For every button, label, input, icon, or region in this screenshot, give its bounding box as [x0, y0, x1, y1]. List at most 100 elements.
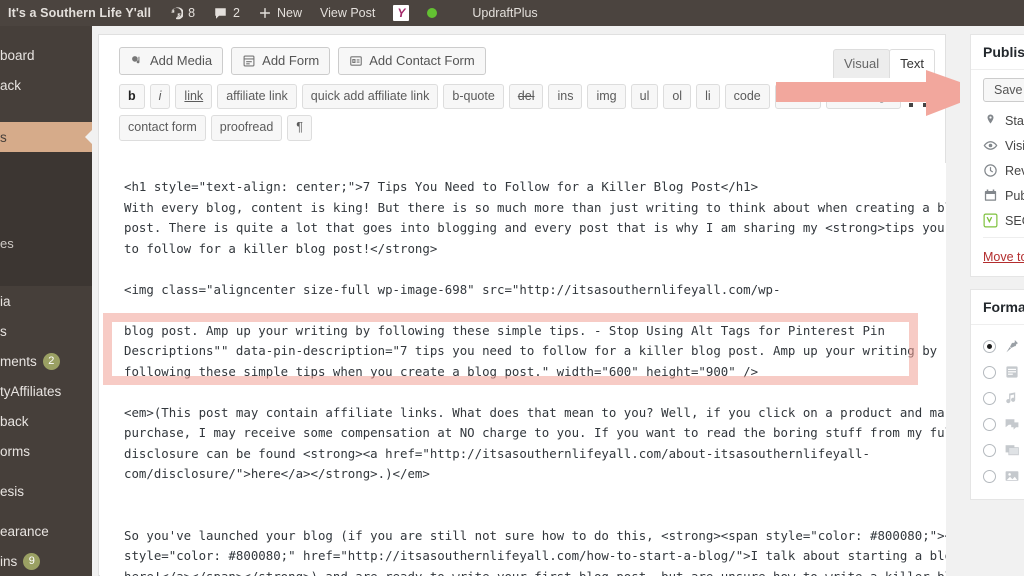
- quicktag-del[interactable]: del: [508, 83, 544, 110]
- adminbar-new-content[interactable]: New: [249, 0, 311, 26]
- add-contact-form-label: Add Contact Form: [369, 53, 475, 68]
- sidebar-item-label: ia: [0, 293, 11, 309]
- image-icon: [1004, 468, 1020, 484]
- sidebar-subitem-add-new[interactable]: [0, 182, 92, 228]
- tab-visual[interactable]: Visual: [832, 49, 891, 78]
- format-option-image[interactable]: I: [983, 463, 1024, 489]
- add-media-icon: [130, 54, 144, 68]
- adminbar-comments[interactable]: 2: [204, 0, 249, 26]
- chat-bubbles-icon: [1004, 416, 1020, 432]
- format-radio-image[interactable]: [983, 469, 996, 483]
- post-content-textarea[interactable]: <h1 style="text-align: center;">7 Tips Y…: [100, 163, 946, 576]
- tab-text[interactable]: Text: [889, 49, 935, 78]
- add-media-label: Add Media: [150, 53, 213, 68]
- sidebar-item-feedback[interactable]: back: [0, 406, 92, 436]
- quicktag-code[interactable]: code: [724, 83, 770, 110]
- post-content-source[interactable]: <h1 style="text-align: center;">7 Tips Y…: [100, 163, 946, 576]
- sidebar-item-pages[interactable]: s: [0, 316, 92, 346]
- calendar-icon: [983, 188, 998, 203]
- quicktag-ol[interactable]: ol: [663, 83, 692, 110]
- format-option-aside[interactable]: A: [983, 359, 1024, 385]
- quicktag-italic[interactable]: i: [149, 83, 171, 110]
- sidebar-subitem-tags[interactable]: [0, 258, 92, 286]
- move-to-trash-link[interactable]: Move to T: [983, 242, 1024, 266]
- format-metabox-title: Format: [971, 290, 1024, 325]
- adminbar-view-post[interactable]: View Post: [311, 0, 384, 26]
- format-radio-audio[interactable]: [983, 391, 996, 405]
- format-radio-chat[interactable]: [983, 417, 996, 431]
- quicktag-ins[interactable]: ins: [548, 83, 583, 110]
- quicktag-more[interactable]: more: [774, 83, 822, 110]
- publish-revisions-label: Revisi: [1005, 163, 1024, 178]
- format-radio-gallery[interactable]: [983, 443, 996, 457]
- adminbar-site-name-label: It's a Southern Life Y'all: [8, 6, 152, 20]
- sidebar-item-comments[interactable]: ments 2: [0, 346, 92, 376]
- sidebar-item-dashboard[interactable]: board: [0, 40, 92, 70]
- publish-divider: [983, 237, 1024, 238]
- publish-date-row[interactable]: Publis: [983, 183, 1024, 208]
- quicktag-b-quote[interactable]: b-quote: [443, 83, 504, 110]
- quicktag-bold[interactable]: b: [119, 83, 145, 110]
- sidebar-item-label: ack: [0, 77, 22, 93]
- quicktags-row-1: b i link affiliate link quick add affili…: [99, 81, 945, 110]
- format-option-standard[interactable]: S: [983, 333, 1024, 359]
- sidebar-item-plugins[interactable]: ins 9: [0, 546, 92, 576]
- sidebar-item-jetpack[interactable]: ack: [0, 70, 92, 100]
- sidebar-item-media[interactable]: ia: [0, 286, 92, 316]
- sidebar-subitem-all-posts[interactable]: [0, 152, 92, 182]
- fullscreen-expand-icon[interactable]: [907, 87, 929, 109]
- add-contact-form-button[interactable]: Add Contact Form: [338, 47, 486, 75]
- publish-visibility-row[interactable]: Visibi: [983, 133, 1024, 158]
- pin-icon: [983, 113, 998, 128]
- quicktag-affiliate-link[interactable]: affiliate link: [217, 83, 297, 110]
- yoast-seo-icon: Y: [393, 5, 410, 21]
- adminbar-updraftplus[interactable]: UpdraftPlus: [446, 0, 546, 26]
- aside-icon: [1004, 364, 1020, 380]
- save-draft-button[interactable]: Save Dra: [983, 78, 1024, 102]
- format-radio-aside[interactable]: [983, 365, 996, 379]
- sidebar-item-posts[interactable]: s: [0, 122, 92, 152]
- green-status-dot: [427, 8, 438, 18]
- sidebar-item-label: earance: [0, 523, 49, 539]
- quicktag-close-tags[interactable]: close tags: [826, 83, 901, 110]
- quicktag-contact-form[interactable]: contact form: [119, 115, 206, 141]
- sidebar-item-genesis[interactable]: esis: [0, 476, 92, 506]
- quicktag-pilcrow[interactable]: ¶: [287, 115, 313, 141]
- sidebar-plugins-badge: 9: [23, 552, 41, 570]
- quicktag-li[interactable]: li: [696, 83, 720, 110]
- publish-seo-score-label: SEO: G: [1005, 213, 1024, 228]
- format-option-chat[interactable]: C: [983, 411, 1024, 437]
- add-form-button[interactable]: Add Form: [231, 47, 331, 75]
- sidebar-subitem-categories[interactable]: es: [0, 228, 92, 258]
- quicktag-img[interactable]: img: [587, 83, 626, 110]
- sidebar-item-appearance[interactable]: earance: [0, 516, 92, 546]
- quicktag-link[interactable]: link: [175, 83, 213, 110]
- add-media-button[interactable]: Add Media: [119, 47, 224, 75]
- publish-revisions-row[interactable]: Revisi: [983, 158, 1024, 183]
- publish-date-label: Publis: [1005, 188, 1024, 203]
- quicktag-ul[interactable]: ul: [630, 83, 659, 110]
- add-form-icon: [242, 54, 256, 68]
- format-metabox-body: S A A: [971, 325, 1024, 499]
- format-radio-standard[interactable]: [983, 339, 996, 353]
- adminbar-site-name[interactable]: It's a Southern Life Y'all: [8, 0, 160, 26]
- adminbar-comments-count: 2: [233, 6, 240, 20]
- quicktag-proofread[interactable]: proofread: [210, 115, 283, 141]
- adminbar-updates[interactable]: 8: [160, 0, 204, 26]
- post-editor-column: Add Media Add Form Add Contact Form Visu…: [92, 26, 988, 576]
- adminbar-yoast-seo[interactable]: Y: [384, 0, 418, 26]
- quicktag-quick-add-affiliate-link[interactable]: quick add affiliate link: [301, 83, 439, 110]
- publish-seo-score-row[interactable]: SEO: G: [983, 208, 1024, 233]
- publish-status-row[interactable]: Status: [983, 108, 1024, 133]
- editor-container: Add Media Add Form Add Contact Form Visu…: [98, 34, 946, 576]
- plus-icon: [258, 6, 272, 20]
- sidebar-item-thirstyaffiliates[interactable]: tyAffiliates: [0, 376, 92, 406]
- format-metabox: Format S A: [970, 289, 1024, 500]
- admin-left-sidebar: board ack s es ia s ments 2 tyAffiliates: [0, 26, 92, 576]
- quicktags-row-2: contact form proofread ¶: [99, 109, 945, 141]
- format-option-audio[interactable]: A: [983, 385, 1024, 411]
- format-option-gallery[interactable]: G: [983, 437, 1024, 463]
- sidebar-item-forms[interactable]: orms: [0, 436, 92, 466]
- editor-media-buttons-row: Add Media Add Form Add Contact Form Visu…: [99, 35, 945, 81]
- sidebar-item-label: tyAffiliates: [0, 383, 62, 399]
